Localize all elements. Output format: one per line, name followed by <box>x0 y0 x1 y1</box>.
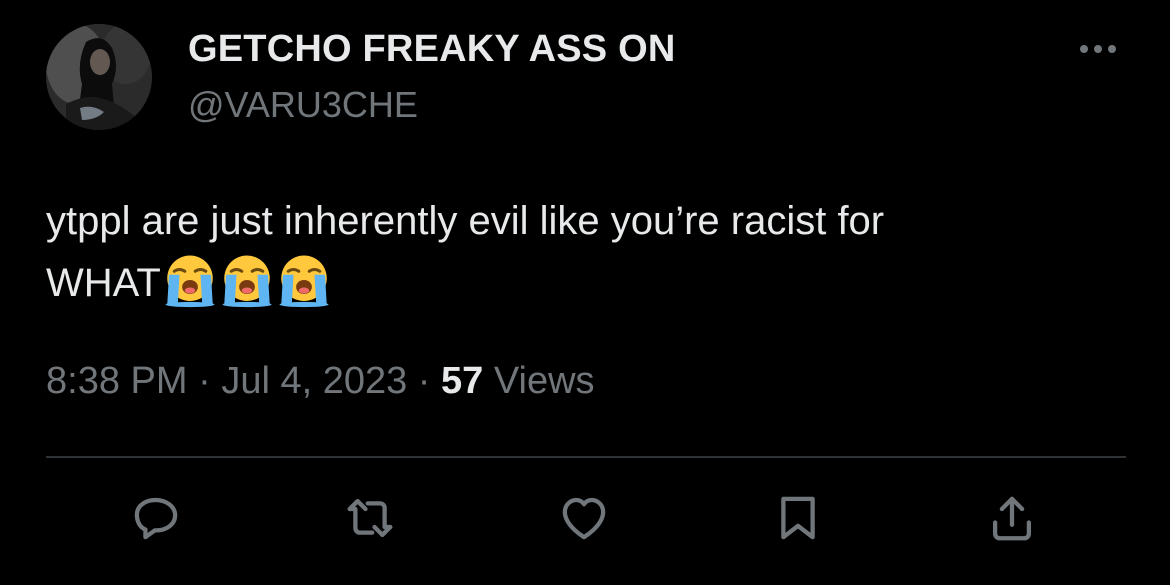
divider <box>46 456 1126 458</box>
tweet-card: GETCHO FREAKY ASS ON @VARU3CHE ytppl are… <box>0 0 1170 585</box>
reply-icon <box>134 497 178 540</box>
action-bar <box>0 486 1170 556</box>
user-handle[interactable]: @VARU3CHE <box>188 84 418 126</box>
loudly-crying-face-icon <box>279 255 329 308</box>
retweet-icon <box>347 498 393 538</box>
loudly-crying-face-icon <box>165 255 215 308</box>
like-heart-icon <box>562 497 606 540</box>
share-button[interactable] <box>980 486 1044 550</box>
meta-separator: · <box>407 360 442 402</box>
bookmark-button[interactable] <box>766 486 830 550</box>
loudly-crying-face-icon <box>222 255 272 308</box>
bookmark-icon <box>781 496 815 540</box>
tweet-time[interactable]: 8:38 PM <box>46 360 188 402</box>
tweet-date[interactable]: Jul 4, 2023 <box>221 360 407 402</box>
reply-button[interactable] <box>124 486 188 550</box>
views-count: 57 <box>441 360 484 402</box>
views-label: Views <box>483 360 595 402</box>
tweet-text-word: WHAT <box>46 261 161 305</box>
more-dot <box>1108 45 1116 53</box>
tweet-text-line-2: WHAT <box>46 252 1126 314</box>
more-dot <box>1094 45 1102 53</box>
like-button[interactable] <box>552 486 616 550</box>
tweet-metadata: 8:38 PM · Jul 4, 2023 · 57 Views <box>46 360 595 403</box>
meta-separator: · <box>187 360 222 402</box>
display-name[interactable]: GETCHO FREAKY ASS ON <box>188 28 676 71</box>
share-icon <box>992 496 1032 541</box>
tweet-text: ytppl are just inherently evil like you’… <box>46 190 1126 314</box>
more-dot <box>1080 45 1088 53</box>
avatar-image <box>46 24 152 130</box>
avatar[interactable] <box>46 24 152 130</box>
more-options-icon[interactable] <box>1076 34 1120 64</box>
retweet-button[interactable] <box>338 486 402 550</box>
tweet-text-line-1: ytppl are just inherently evil like you’… <box>46 199 885 243</box>
